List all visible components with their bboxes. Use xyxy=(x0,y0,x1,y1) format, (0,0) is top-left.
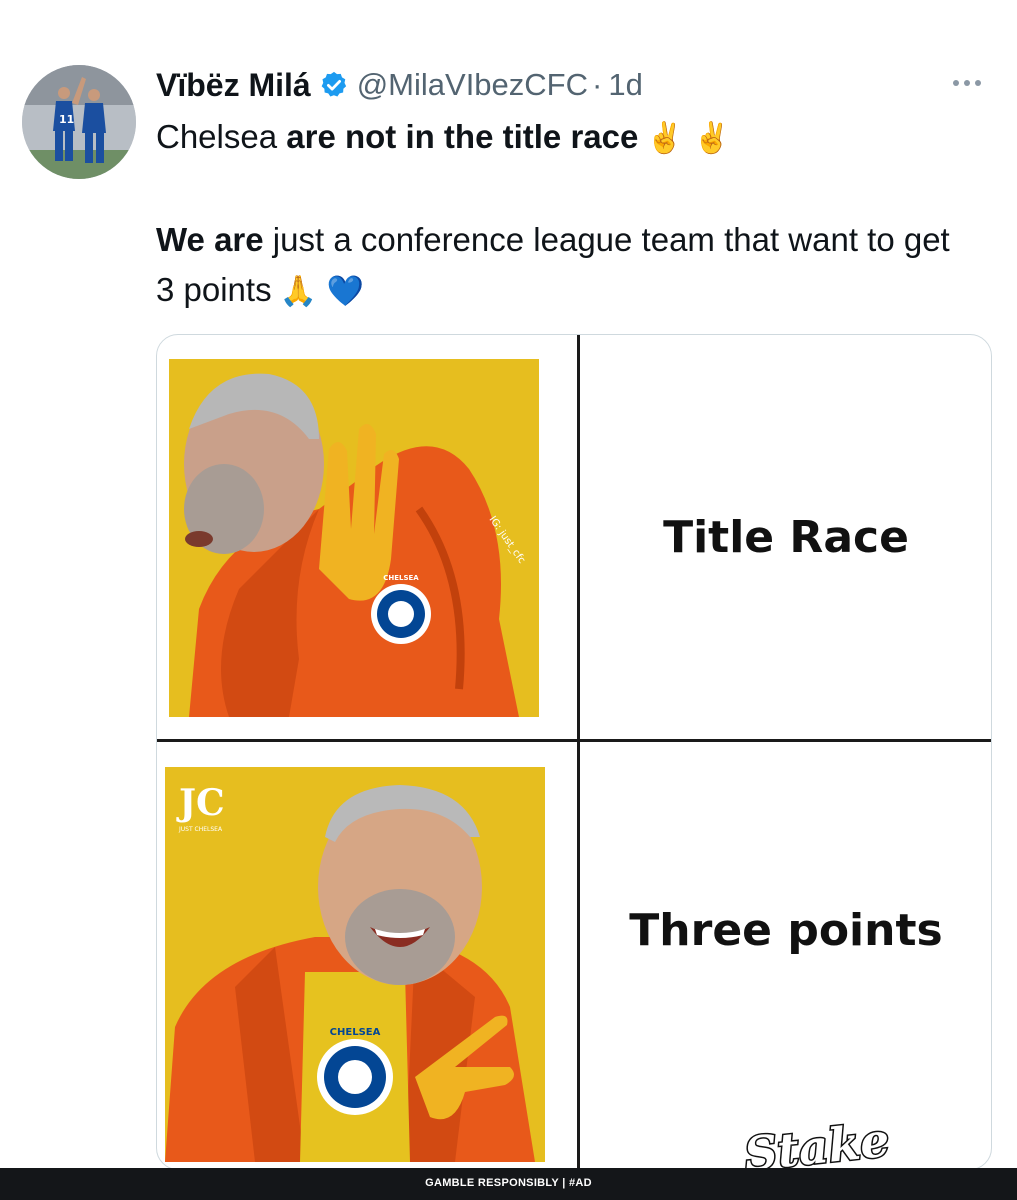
timestamp[interactable]: 1d xyxy=(608,67,642,103)
verified-badge-icon xyxy=(319,70,349,100)
avatar-photo: 11 xyxy=(22,65,136,179)
tweet-media-meme[interactable]: CHELSEA IG: just_cfc CHELSEA JC JUST CHE… xyxy=(156,334,992,1170)
jc-logo-text: JUST CHELSEA xyxy=(178,826,223,833)
gamble-responsibly-text: GAMBLE RESPONSIBLY | #AD xyxy=(425,1177,592,1189)
tweet-text-bold-2: We are xyxy=(156,221,264,258)
meme-reject-image: CHELSEA IG: just_cfc xyxy=(169,359,539,717)
tweet-text: Chelsea are not in the title race ✌️ ✌️ W… xyxy=(156,112,976,317)
meme-label-title-race: Title Race xyxy=(663,512,909,563)
svg-text:11: 11 xyxy=(59,113,74,126)
display-name[interactable]: Vïbëz Milá xyxy=(156,67,311,104)
tweet-line-2: We are just a conference league team tha… xyxy=(156,215,976,317)
tweet-header: Vïbëz Milá @MilaVIbezCFC · 1d xyxy=(156,62,643,108)
avatar[interactable]: 11 xyxy=(22,65,136,179)
jc-logo: JC xyxy=(176,782,225,824)
meme-approve-image: CHELSEA JC JUST CHELSEA xyxy=(165,767,545,1162)
top-crest-text: CHELSEA xyxy=(383,574,419,582)
meme-panel-approve: CHELSEA JC JUST CHELSEA xyxy=(165,767,545,1162)
tweet: 11 Vïbëz Milá @MilaVIbezCFC · 1d Chelsea… xyxy=(0,0,1017,1200)
bottom-crest-text: CHELSEA xyxy=(330,1027,381,1038)
tweet-text-bold-1: are not in the title race xyxy=(286,118,639,155)
meme-panel-reject: CHELSEA IG: just_cfc xyxy=(169,359,539,717)
separator: · xyxy=(592,67,603,102)
tweet-line-1: Chelsea are not in the title race ✌️ ✌️ xyxy=(156,112,976,164)
more-horizontal-icon[interactable] xyxy=(947,68,987,98)
pray-heart-emoji: 🙏 💙 xyxy=(279,274,364,309)
meme-divider-horizontal xyxy=(157,739,991,742)
handle[interactable]: @MilaVIbezCFC xyxy=(357,67,588,103)
meme-label-three-points: Three points xyxy=(629,905,943,956)
victory-hand-emoji: ✌️ ✌️ xyxy=(646,121,731,156)
tweet-text-plain-1: Chelsea xyxy=(156,118,287,155)
ad-bar: GAMBLE RESPONSIBLY | #AD xyxy=(0,1168,1017,1200)
meme-divider-vertical xyxy=(577,335,580,1169)
tweet-text-plain-2: just a conference league team that want … xyxy=(156,221,950,308)
